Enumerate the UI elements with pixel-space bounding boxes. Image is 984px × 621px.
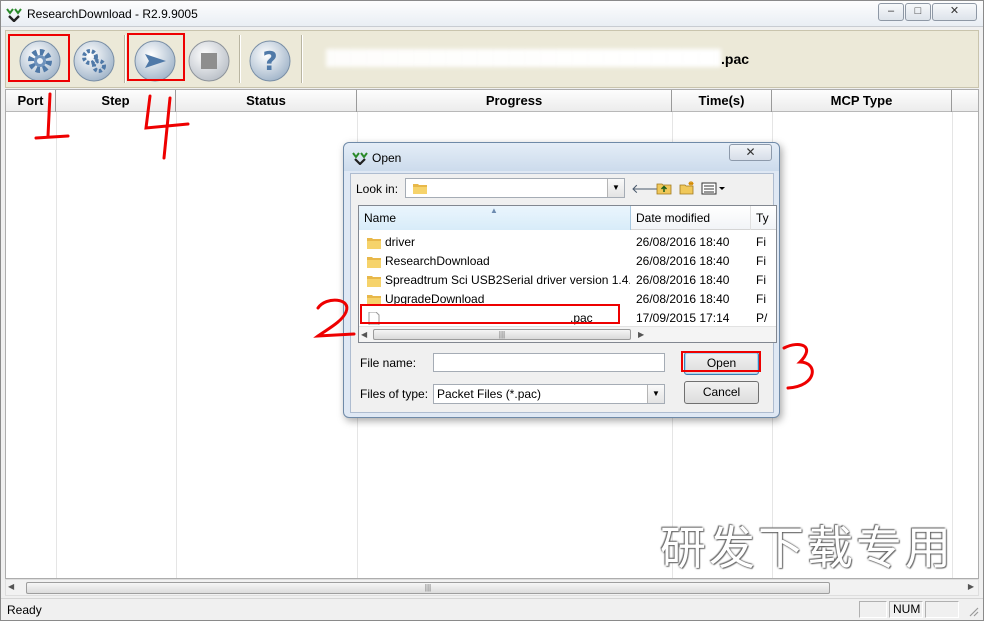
num-lock-indicator: NUM [889, 601, 923, 618]
dialog-close-button[interactable]: ✕ [729, 144, 772, 161]
annotation-number-3 [782, 343, 814, 390]
file-name-label: File name: [360, 356, 417, 370]
scroll-left-icon[interactable]: ◀ [361, 330, 367, 339]
stop-icon [188, 40, 230, 82]
watermark-text: 研发下载专用 [660, 521, 954, 575]
scroll-left-icon[interactable]: ◀ [8, 582, 14, 591]
file-date: 26/08/2016 18:40 [636, 292, 730, 306]
view-menu-icon[interactable] [701, 181, 727, 197]
toolbar-separator [124, 35, 126, 83]
list-item[interactable]: Spreadtrum Sci USB2Serial driver version… [359, 271, 776, 290]
toolbar-separator [301, 35, 303, 83]
files-of-type-label: Files of type: [360, 387, 429, 401]
new-folder-icon[interactable] [678, 181, 696, 197]
open-dialog: Open ✕ Look in: ▼ 🡐 Name ▲ Date modified… [343, 142, 780, 418]
col-status[interactable]: Status [176, 90, 357, 112]
file-name-input[interactable] [433, 353, 665, 372]
file-list-header: Name ▲ Date modified Ty [359, 206, 776, 230]
resize-grip-icon[interactable] [967, 605, 979, 617]
file-name: Spreadtrum Sci USB2Serial driver version… [385, 273, 630, 287]
col-mcp-type[interactable]: MCP Type [772, 90, 952, 112]
svg-text:?: ? [262, 47, 277, 77]
help-button[interactable]: ? [248, 39, 292, 83]
close-button[interactable]: ✕ [932, 3, 977, 21]
look-in-dropdown[interactable]: ▼ [405, 178, 625, 198]
file-name: driver [385, 235, 416, 249]
file-name: ResearchDownload [385, 254, 490, 268]
folder-icon [367, 238, 381, 249]
settings-button[interactable] [72, 39, 116, 83]
toolbar-separator [239, 35, 241, 83]
annotation-number-2 [313, 298, 356, 338]
gears-icon [73, 40, 115, 82]
annotation-box-3 [681, 351, 761, 372]
status-pane [859, 601, 887, 618]
col-time[interactable]: Time(s) [672, 90, 772, 112]
packet-path: .pac [721, 51, 750, 67]
chevron-down-icon[interactable]: ▼ [607, 179, 624, 197]
file-date: 26/08/2016 18:40 [636, 273, 730, 287]
chevron-down-icon[interactable]: ▼ [647, 385, 664, 403]
annotation-number-4 [144, 94, 190, 160]
folder-icon [367, 257, 381, 268]
list-item[interactable]: ResearchDownload 26/08/2016 18:40 Fi [359, 252, 776, 271]
annotation-number-1 [34, 92, 70, 140]
file-date: 26/08/2016 18:40 [636, 235, 730, 249]
back-icon[interactable]: 🡐 [631, 181, 666, 197]
files-of-type-value: Packet Files (*.pac) [437, 387, 542, 401]
col-name-label: Name [364, 211, 397, 225]
folder-icon [413, 184, 427, 194]
folder-icon [367, 276, 381, 287]
maximize-button[interactable]: □ [905, 3, 931, 21]
file-type: Fi [756, 292, 766, 306]
help-icon: ? [249, 40, 291, 82]
col-progress[interactable]: Progress [357, 90, 672, 112]
file-type: Fi [756, 235, 766, 249]
file-type: Fi [756, 273, 766, 287]
sort-ascending-icon: ▲ [490, 206, 498, 215]
annotation-box-2 [360, 304, 620, 324]
look-in-label: Look in: [356, 182, 399, 196]
annotation-box-4 [127, 33, 185, 81]
col-date-modified[interactable]: Date modified [631, 206, 751, 230]
col-type[interactable]: Ty [751, 206, 781, 230]
dialog-title: Open [372, 151, 402, 165]
scroll-right-icon[interactable]: ▶ [638, 330, 644, 339]
status-bar: Ready NUM [1, 598, 983, 620]
app-icon [352, 152, 368, 165]
dialog-title-bar: Open ✕ [344, 143, 779, 171]
grid-horizontal-scrollbar[interactable]: ◀ ||| ▶ [5, 579, 979, 596]
up-folder-icon[interactable] [655, 181, 673, 197]
packet-path-redacted [326, 49, 721, 67]
annotation-box-1 [8, 34, 70, 82]
window-title: ResearchDownload - R2.9.9005 [27, 7, 198, 21]
list-item[interactable]: driver 26/08/2016 18:40 Fi [359, 233, 776, 252]
scroll-right-icon[interactable]: ▶ [968, 582, 974, 591]
files-of-type-dropdown[interactable]: Packet Files (*.pac) ▼ [433, 384, 665, 404]
grid-line [56, 112, 57, 578]
grid-line [176, 112, 177, 578]
title-bar: ResearchDownload - R2.9.9005 – □ ✕ [1, 1, 983, 27]
app-icon [6, 8, 22, 22]
file-date: 26/08/2016 18:40 [636, 254, 730, 268]
file-list-horizontal-scrollbar[interactable]: ◀ ||| ▶ [359, 326, 776, 342]
stop-download-button[interactable] [187, 39, 231, 83]
grid-line [952, 112, 953, 578]
scrollbar-thumb[interactable]: ||| [26, 582, 830, 594]
col-name[interactable]: Name ▲ [359, 206, 631, 230]
minimize-button[interactable]: – [878, 3, 904, 21]
scrollbar-thumb[interactable]: ||| [373, 329, 631, 340]
file-type: Fi [756, 254, 766, 268]
status-pane [925, 601, 959, 618]
cancel-button[interactable]: Cancel [684, 381, 759, 404]
status-text: Ready [7, 603, 42, 617]
